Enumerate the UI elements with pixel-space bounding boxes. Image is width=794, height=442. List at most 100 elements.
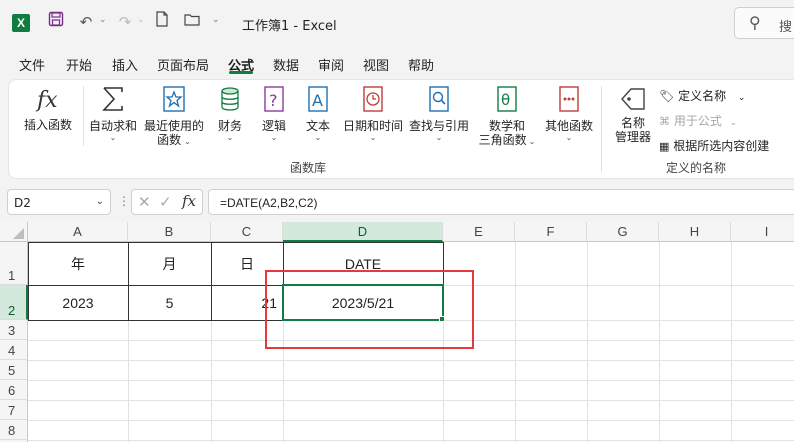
gridline	[28, 400, 794, 401]
column-header-g[interactable]: G	[587, 222, 659, 242]
text-a-icon: A	[299, 80, 337, 112]
row-header-7[interactable]: 7	[0, 400, 28, 420]
name-manager-label-1: 名称	[620, 116, 645, 130]
gridline	[28, 420, 794, 421]
logical-button[interactable]: ? 逻辑 ⌄	[255, 80, 293, 143]
chevron-down-icon: ⌄	[565, 133, 573, 142]
autosum-label: 自动求和	[88, 119, 137, 133]
theta-book-icon: θ	[475, 80, 539, 112]
column-header-d[interactable]: D	[283, 222, 443, 242]
name-manager-button[interactable]: 名称 管理器	[609, 80, 657, 144]
sigma-icon	[87, 80, 139, 112]
cell-a1[interactable]: 年	[28, 242, 128, 285]
recently-used-label-2: 函数	[157, 133, 182, 147]
date-time-button[interactable]: 日期和时间 ⌄	[341, 80, 405, 143]
use-in-formula-button[interactable]: ⌘ 用于公式 ⌄	[659, 112, 737, 129]
column-header-b[interactable]: B	[128, 222, 211, 242]
tag-icon	[609, 80, 657, 112]
formula-input[interactable]: =DATE(A2,B2,C2)	[208, 189, 794, 215]
tab-file[interactable]: 文件	[19, 55, 45, 74]
math-label-1: 数学和	[488, 119, 525, 133]
tab-data[interactable]: 数据	[273, 55, 299, 74]
define-name-button[interactable]: 🏷 定义名称 ⌄	[659, 87, 745, 104]
row-header-8[interactable]: 8	[0, 420, 28, 440]
ribbon-separator	[601, 86, 602, 172]
group-label-function-library: 函数库	[290, 161, 327, 175]
insert-function-label: 插入函数	[23, 118, 72, 132]
cell-b2[interactable]: 5	[128, 285, 211, 320]
chevron-down-icon[interactable]: ⌄	[96, 196, 104, 207]
column-header-f[interactable]: F	[515, 222, 587, 242]
text-label: 文本	[305, 119, 330, 133]
title-bar: X ↶ ⌄ ↷ ⌄ ⌄ 工作簿1 - Excel ⚲ 搜	[0, 0, 794, 46]
fx-icon: fx	[13, 80, 83, 113]
tab-insert[interactable]: 插入	[112, 55, 138, 74]
name-manager-label-2: 管理器	[614, 130, 651, 144]
formula-bar: D2 ⌄ ⋮ ✕ ✓ fx =DATE(A2,B2,C2)	[0, 187, 794, 217]
logical-label: 逻辑	[261, 119, 286, 133]
row-header-4[interactable]: 4	[0, 340, 28, 360]
lookup-reference-button[interactable]: 查找与引用 ⌄	[407, 80, 471, 143]
grid-select-icon: ▦	[659, 140, 670, 153]
row-header-2[interactable]: 2	[0, 285, 28, 320]
column-header-i[interactable]: I	[731, 222, 794, 242]
row-header-5[interactable]: 5	[0, 360, 28, 380]
create-from-selection-button[interactable]: ▦ 根据所选内容创建	[659, 137, 769, 154]
row-header-3[interactable]: 3	[0, 320, 28, 340]
search-box[interactable]: ⚲ 搜	[734, 7, 794, 39]
new-file-icon[interactable]	[151, 11, 173, 33]
question-book-icon: ?	[255, 80, 293, 112]
tab-view[interactable]: 视图	[363, 55, 389, 74]
highlight-annotation-box	[265, 270, 474, 349]
open-folder-icon[interactable]	[181, 11, 203, 33]
redo-dropdown-icon[interactable]: ⌄	[137, 15, 145, 25]
gridline	[28, 360, 794, 361]
column-header-h[interactable]: H	[659, 222, 731, 242]
undo-dropdown-icon[interactable]: ⌄	[99, 15, 107, 25]
insert-function-icon[interactable]: fx	[182, 192, 196, 210]
save-icon[interactable]	[45, 11, 67, 33]
row-header-6[interactable]: 6	[0, 380, 28, 400]
chevron-down-icon: ⌄	[314, 133, 322, 142]
recently-used-label-1: 最近使用的	[143, 119, 204, 133]
autosum-button[interactable]: 自动求和 ⌄	[87, 80, 139, 143]
gridline	[515, 242, 516, 442]
confirm-icon[interactable]: ✓	[159, 193, 172, 211]
tab-help[interactable]: 帮助	[408, 55, 434, 74]
undo-icon[interactable]: ↶	[75, 11, 97, 33]
text-functions-button[interactable]: A 文本 ⌄	[299, 80, 337, 143]
more-options-icon[interactable]: ⋮	[118, 194, 130, 208]
select-all-corner[interactable]	[0, 222, 28, 242]
tab-review[interactable]: 审阅	[318, 55, 344, 74]
chevron-down-icon: ⌄	[737, 93, 746, 103]
cell-b1[interactable]: 月	[128, 242, 211, 285]
svg-text:θ: θ	[501, 91, 510, 109]
document-title: 工作簿1 - Excel	[242, 19, 337, 34]
use-in-formula-label: 用于公式	[673, 114, 722, 128]
redo-icon[interactable]: ↷	[114, 11, 136, 33]
tab-page-layout[interactable]: 页面布局	[157, 55, 209, 74]
name-box[interactable]: D2 ⌄	[7, 189, 111, 215]
financial-button[interactable]: 财务 ⌄	[211, 80, 249, 143]
date-time-label: 日期和时间	[342, 119, 403, 133]
math-trig-button[interactable]: θ 数学和 三角函数 ⌄	[475, 80, 539, 147]
column-header-e[interactable]: E	[443, 222, 515, 242]
customize-toolbar-icon[interactable]: ⌄	[212, 15, 220, 25]
chevron-down-icon: ⌄	[270, 133, 278, 142]
gridline	[28, 380, 794, 381]
column-header-a[interactable]: A	[28, 222, 128, 242]
insert-function-button[interactable]: fx 插入函数	[13, 80, 83, 132]
chevron-down-icon: ⌄	[729, 118, 738, 128]
cell-a2[interactable]: 2023	[28, 285, 128, 320]
create-from-selection-label: 根据所选内容创建	[673, 139, 770, 153]
cancel-icon[interactable]: ✕	[138, 193, 151, 211]
column-header-c[interactable]: C	[211, 222, 283, 242]
chevron-down-icon: ⌄	[109, 133, 117, 142]
gridline	[28, 440, 794, 441]
more-functions-icon	[541, 80, 597, 112]
recently-used-button[interactable]: 最近使用的 函数 ⌄	[141, 80, 207, 147]
row-header-1[interactable]: 1	[0, 242, 28, 285]
tab-home[interactable]: 开始	[66, 55, 92, 74]
magnifier-book-icon	[407, 80, 471, 112]
more-functions-button[interactable]: 其他函数 ⌄	[541, 80, 597, 143]
